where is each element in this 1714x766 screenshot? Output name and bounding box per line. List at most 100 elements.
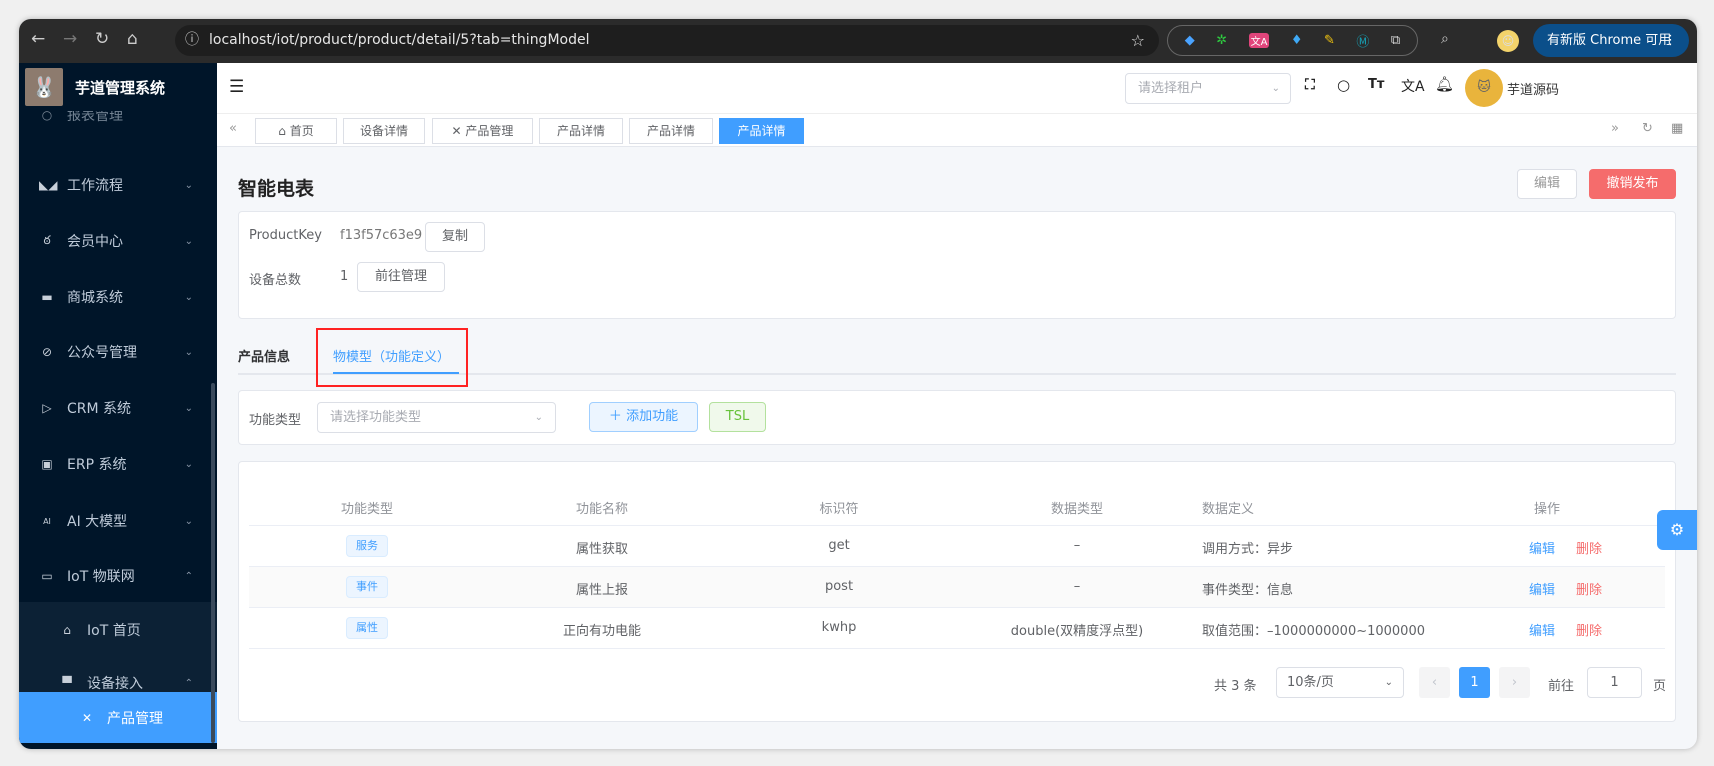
tsl-button[interactable]: TSL <box>709 402 766 432</box>
unpublish-button[interactable]: 撤销发布 <box>1589 169 1676 199</box>
tab-product-info[interactable]: 产品信息 <box>238 346 290 365</box>
sidebar-item-mp[interactable]: ⊘ 公众号管理 ⌄ <box>19 324 217 380</box>
extension-icon[interactable]: ◆ <box>1185 33 1195 48</box>
goto-page-input[interactable]: 1 <box>1587 667 1642 698</box>
more-icon[interactable]: ⋮ <box>1664 24 1677 57</box>
edit-button[interactable]: 编辑 <box>1517 169 1577 199</box>
sidebar-logo[interactable]: 🐰 芋道管理系统 <box>19 63 217 111</box>
sidebar-item-crm[interactable]: ▷ CRM 系统 ⌄ <box>19 380 217 436</box>
chevron-down-icon: ⌄ <box>534 412 543 423</box>
extension-icon[interactable]: Ⓜ <box>1356 31 1369 50</box>
tag-product-detail[interactable]: 产品详情 <box>539 118 623 144</box>
edit-link[interactable]: 编辑 <box>1529 538 1555 557</box>
sidebar-item-erp[interactable]: ▣ ERP 系统 ⌄ <box>19 436 217 492</box>
gear-icon: ⚙ <box>1669 520 1685 539</box>
app-title: 芋道管理系统 <box>75 78 166 97</box>
bookmark-star-icon[interactable]: ☆ <box>1131 25 1145 56</box>
sidebar-item-iot-home[interactable]: ⌂ IoT 首页 <box>19 602 217 658</box>
collapse-menu-icon[interactable]: ☰ <box>229 77 244 97</box>
extension-icon[interactable]: ✲ <box>1216 33 1227 48</box>
user-avatar[interactable]: 🐱 <box>1465 69 1503 107</box>
settings-gear-button[interactable]: ⚙ <box>1657 510 1697 550</box>
page-1-button[interactable]: 1 <box>1459 667 1490 698</box>
extension-icon[interactable]: ♦ <box>1291 33 1303 48</box>
chrome-update-button[interactable]: 有新版 Chrome 可用 ⋮ <box>1533 24 1689 57</box>
tenant-select[interactable]: 请选择租户 ⌄ <box>1125 73 1291 104</box>
type-badge: 事件 <box>346 576 388 598</box>
tag-product-detail-active[interactable]: 产品详情 <box>719 118 804 144</box>
sidebar-item-mall[interactable]: ▬ 商城系统 ⌄ <box>19 269 217 325</box>
forward-icon[interactable]: → <box>63 29 77 49</box>
delete-link[interactable]: 删除 <box>1576 538 1602 557</box>
add-function-button[interactable]: ＋ 添加功能 <box>589 402 698 432</box>
cell-definition: 事件类型：信息 <box>1202 583 1294 598</box>
tag-product-detail[interactable]: 产品详情 <box>629 118 713 144</box>
router-icon: ▭ <box>41 569 53 583</box>
product-key-label: ProductKey <box>249 228 322 243</box>
home-icon[interactable]: ⌂ <box>127 29 138 49</box>
lens-icon[interactable]: ⌕ <box>1441 31 1449 47</box>
reload-icon[interactable]: ↻ <box>95 29 109 49</box>
sidebar-item-member[interactable]: ఠ 会员中心 ⌄ <box>19 213 217 269</box>
address-bar[interactable]: ⓘ localhost/iot/product/product/detail/5… <box>175 25 1159 56</box>
chevron-down-icon: ⌄ <box>184 179 193 191</box>
chevron-down-icon: ⌄ <box>1384 677 1393 688</box>
table-row: 服务 属性获取 get – 调用方式：异步 编辑 删除 <box>249 526 1665 567</box>
goto-label: 前往 <box>1548 679 1575 694</box>
cell-data-type: double(双精度浮点型) <box>1010 624 1144 639</box>
delete-link[interactable]: 删除 <box>1576 579 1602 598</box>
go-manage-button[interactable]: 前往管理 <box>357 262 445 292</box>
monitor-icon: ▀ <box>62 676 72 690</box>
table-row: 属性 正向有功电能 kwhp double(双精度浮点型) 取值范围：–1000… <box>249 608 1665 649</box>
page-suffix: 页 <box>1653 679 1667 694</box>
cell-data-type: – <box>1073 538 1081 553</box>
scroll-left-icon[interactable]: « <box>229 121 237 136</box>
back-icon[interactable]: ← <box>31 29 45 49</box>
extension-icon[interactable]: ✎ <box>1324 33 1335 48</box>
prev-page-button[interactable]: ‹ <box>1419 667 1450 698</box>
fullscreen-icon[interactable]: ⛶ <box>1305 77 1315 93</box>
cell-identifier: kwhp <box>821 620 857 635</box>
page-size-select[interactable]: 10条/页 ⌄ <box>1276 667 1404 698</box>
translate-icon[interactable]: 文A <box>1401 76 1425 96</box>
bell-icon[interactable]: 🔔︎ <box>1435 75 1454 93</box>
profile-avatar[interactable]: ☺ <box>1497 30 1519 52</box>
function-type-select[interactable]: 请选择功能类型 ⌄ <box>317 402 556 433</box>
copy-button[interactable]: 复制 <box>425 222 485 252</box>
column-header-definition: 数据定义 <box>1202 502 1255 517</box>
site-info-icon[interactable]: ⓘ <box>185 25 199 56</box>
top-header: ☰ 请选择租户 ⌄ ⛶ ○ Tт 文A 🔔︎ 🐱 芋道源码 <box>217 63 1697 114</box>
chevron-down-icon: ⌄ <box>184 402 193 414</box>
edit-link[interactable]: 编辑 <box>1529 620 1555 639</box>
filter-card: 功能类型 请选择功能类型 ⌄ ＋ 添加功能 TSL <box>238 390 1676 445</box>
highlight-box <box>316 328 468 387</box>
puzzle-icon[interactable]: ⧉ <box>1391 33 1400 48</box>
chevron-down-icon: ⌄ <box>184 291 193 303</box>
ai-icon: AI <box>43 516 51 526</box>
delete-link[interactable]: 删除 <box>1576 620 1602 639</box>
url-text: localhost/iot/product/product/detail/5?t… <box>209 32 590 48</box>
cell-identifier: get <box>828 538 850 553</box>
username[interactable]: 芋道源码 <box>1507 79 1559 98</box>
font-size-icon[interactable]: Tт <box>1368 77 1384 92</box>
sidebar-item-workflow[interactable]: ◣◢ 工作流程 ⌄ <box>19 157 217 213</box>
sidebar-item-product-management[interactable]: ✕ 产品管理 <box>19 692 217 743</box>
next-page-button[interactable]: › <box>1499 667 1530 698</box>
sidebar-scrollbar[interactable] <box>211 383 215 743</box>
tag-home[interactable]: ⌂ 首页 <box>255 118 337 144</box>
search-icon[interactable]: ○ <box>1337 76 1350 94</box>
tag-product-management[interactable]: ✕ 产品管理 <box>432 118 533 144</box>
pagination-total: 共 3 条 <box>1214 679 1257 694</box>
extension-icon[interactable]: 文A <box>1248 33 1270 48</box>
crm-icon: ▷ <box>42 401 52 415</box>
edit-link[interactable]: 编辑 <box>1529 579 1555 598</box>
refresh-icon[interactable]: ↻ <box>1642 121 1653 136</box>
sidebar-item-ai[interactable]: AI AI 大模型 ⌄ <box>19 493 217 549</box>
tag-device-detail[interactable]: 设备详情 <box>343 118 425 144</box>
grid-menu-icon[interactable]: ▦ <box>1671 121 1683 136</box>
sidebar-item-iot[interactable]: ▭ IoT 物联网 ⌃ <box>19 548 217 604</box>
cell-name: 属性获取 <box>575 542 629 557</box>
plus-icon: ＋ <box>608 409 627 424</box>
scroll-right-icon[interactable]: » <box>1611 121 1619 136</box>
home-icon: ⌂ <box>278 124 290 138</box>
